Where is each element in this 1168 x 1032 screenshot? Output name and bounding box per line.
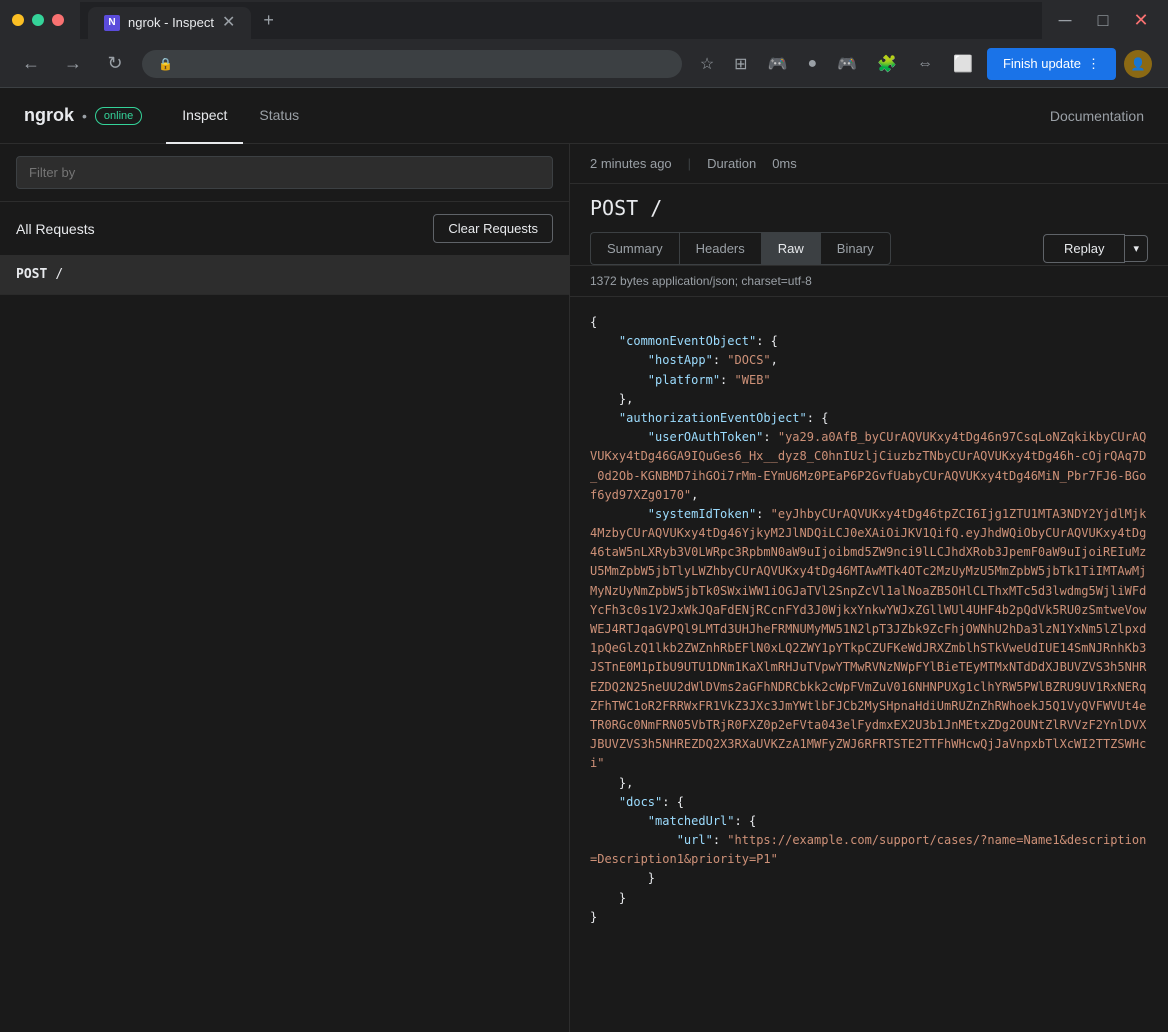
tab-summary[interactable]: Summary: [590, 232, 679, 265]
window-close-icon[interactable]: ✕: [1126, 5, 1156, 35]
tab-headers[interactable]: Headers: [679, 232, 761, 265]
address-bar: ← → ↻ 🔒 localhost:4040/inspect/http ☆ ⊞ …: [0, 40, 1168, 88]
back-button[interactable]: ←: [16, 49, 46, 79]
tabs-row: Summary Headers Raw Binary Replay ▾: [570, 232, 1168, 266]
app-nav: Inspect Status: [166, 88, 315, 144]
filter-input[interactable]: [16, 156, 553, 189]
request-meta: 2 minutes ago | Duration 0ms: [570, 144, 1168, 184]
url-bar[interactable]: 🔒 localhost:4040/inspect/http: [142, 50, 682, 78]
tab-favicon: N: [104, 15, 120, 31]
main-content: All Requests Clear Requests POST / 2 min…: [0, 144, 1168, 1032]
close-button[interactable]: [52, 14, 64, 26]
new-tab-button[interactable]: +: [251, 2, 286, 39]
sync-icon[interactable]: ⇔: [911, 51, 939, 77]
maximize-button[interactable]: [32, 14, 44, 26]
lock-icon: 🔒: [158, 57, 173, 71]
browser-tab[interactable]: N ngrok - Inspect ✕: [88, 7, 251, 39]
profile-avatar[interactable]: 👤: [1124, 50, 1152, 78]
documentation-link[interactable]: Documentation: [1050, 108, 1144, 124]
extension-icon-2[interactable]: 🎮: [762, 50, 794, 78]
tab-binary[interactable]: Binary: [820, 232, 891, 265]
requests-header: All Requests Clear Requests: [0, 202, 569, 255]
browser-chrome: N ngrok - Inspect ✕ + ─ □ ✕ ← → ↻ 🔒 loca…: [0, 0, 1168, 88]
replay-dropdown-button[interactable]: ▾: [1125, 235, 1148, 262]
title-bar: N ngrok - Inspect ✕ + ─ □ ✕: [0, 0, 1168, 40]
app-header: ngrok • online Inspect Status Documentat…: [0, 88, 1168, 144]
meta-separator: |: [688, 156, 691, 171]
extension-icon-1[interactable]: ⊞: [728, 50, 753, 78]
finish-update-more-icon: ⋮: [1087, 56, 1100, 72]
reload-button[interactable]: ↻: [100, 49, 130, 79]
forward-button[interactable]: →: [58, 49, 88, 79]
url-input[interactable]: localhost:4040/inspect/http: [181, 56, 666, 72]
app: ngrok • online Inspect Status Documentat…: [0, 88, 1168, 1032]
window-controls: [12, 14, 64, 26]
window-restore-icon[interactable]: □: [1088, 5, 1118, 35]
finish-update-button[interactable]: Finish update ⋮: [987, 48, 1116, 80]
window-minimize-icon[interactable]: ─: [1050, 5, 1080, 35]
content-meta: 1372 bytes application/json; charset=utf…: [570, 266, 1168, 297]
request-list: POST /: [0, 255, 569, 1032]
logo-text: ngrok: [24, 105, 74, 126]
tab-raw[interactable]: Raw: [761, 232, 820, 265]
minimize-button[interactable]: [12, 14, 24, 26]
filter-bar: [0, 144, 569, 202]
nav-status[interactable]: Status: [243, 88, 315, 144]
left-panel: All Requests Clear Requests POST /: [0, 144, 570, 1032]
request-item[interactable]: POST /: [0, 255, 569, 295]
nav-inspect[interactable]: Inspect: [166, 88, 243, 144]
bookmark-icon[interactable]: ☆: [694, 50, 720, 78]
tab-close-icon[interactable]: ✕: [222, 15, 235, 31]
separator-dot: •: [82, 108, 87, 124]
extension-icon-4[interactable]: 🎮: [831, 50, 863, 78]
json-content[interactable]: { "commonEventObject": { "hostApp": "DOC…: [570, 297, 1168, 1032]
app-logo: ngrok • online: [24, 105, 142, 126]
request-method: POST: [16, 267, 47, 282]
finish-update-label: Finish update: [1003, 56, 1081, 71]
extension-icon-3[interactable]: ●: [802, 51, 824, 77]
online-badge: online: [95, 107, 142, 125]
all-requests-title: All Requests: [16, 221, 95, 237]
duration-value: 0ms: [772, 156, 797, 171]
request-path: /: [55, 267, 63, 282]
request-timestamp: 2 minutes ago: [590, 156, 672, 171]
tab-bar: N ngrok - Inspect ✕ +: [80, 2, 1042, 39]
tab-title: ngrok - Inspect: [128, 15, 214, 30]
sidebar-icon[interactable]: ⬜: [947, 50, 979, 78]
right-panel: 2 minutes ago | Duration 0ms POST / Summ…: [570, 144, 1168, 1032]
clear-requests-button[interactable]: Clear Requests: [433, 214, 553, 243]
toolbar-right: ☆ ⊞ 🎮 ● 🎮 🧩 ⇔ ⬜ Finish update ⋮ 👤: [694, 48, 1152, 80]
json-pre: { "commonEventObject": { "hostApp": "DOC…: [590, 313, 1148, 927]
extension-icon-5[interactable]: 🧩: [871, 50, 903, 78]
duration-label: Duration: [707, 156, 756, 171]
replay-button[interactable]: Replay: [1043, 234, 1125, 263]
request-title: POST /: [570, 184, 1168, 232]
